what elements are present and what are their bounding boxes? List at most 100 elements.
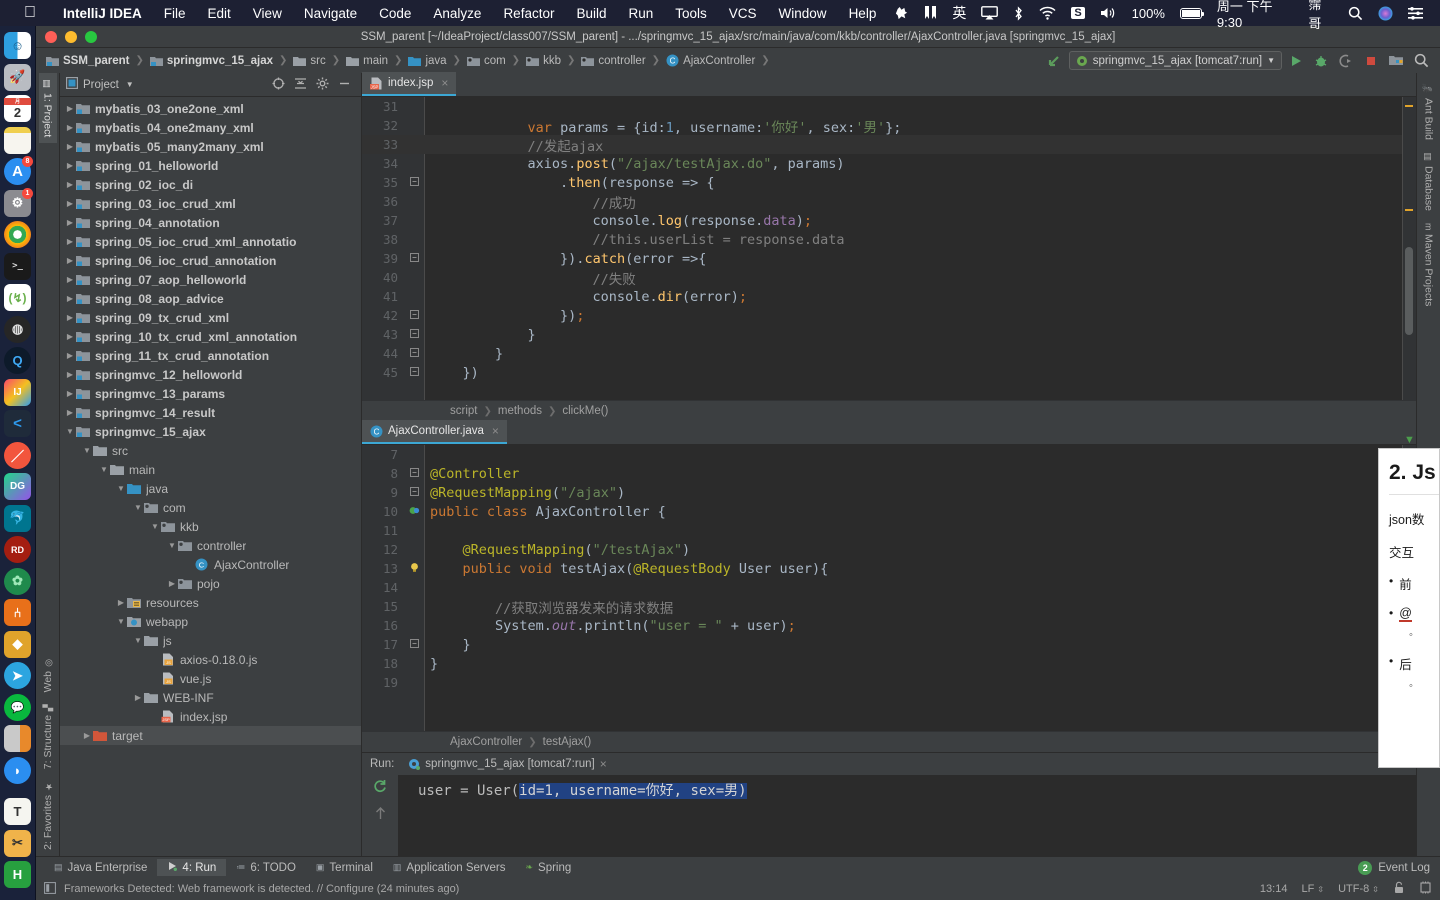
bookmark-icon[interactable] [917,6,944,20]
up-arrow-icon[interactable] [374,806,387,826]
tab-ajax-controller-java[interactable]: C AjaxController.java × [362,420,507,444]
chevron-right-icon[interactable]: ▶ [81,731,93,740]
fold-marker-icon[interactable] [404,309,424,322]
chevron-right-icon[interactable]: ▶ [132,693,144,702]
run-panel-tab[interactable]: springmvc_15_ajax [tomcat7:run] × [408,757,607,771]
chevron-right-icon[interactable]: ▶ [64,370,76,379]
code-line[interactable]: 18} [362,654,1416,673]
event-log-button[interactable]: 2 Event Log [1358,860,1440,875]
tree-node[interactable]: ▼ controller [60,536,361,555]
tool-button-todo[interactable]: ≔ 6: TODO [226,860,306,876]
tree-node[interactable]: ▶ spring_02_ioc_di [60,175,361,194]
tree-node[interactable]: ▶ spring_04_annotation [60,213,361,232]
code-line[interactable]: 43 } [362,325,1416,344]
breadcrumb-clickme[interactable]: clickMe() [562,405,608,417]
tool-button-java-enterprise[interactable]: ▤ Java Enterprise [44,860,157,876]
sidebar-item-maven-projects[interactable]: m Maven Projects [1420,217,1438,313]
close-tab-icon[interactable]: × [492,424,499,438]
tree-node[interactable]: ▼ java [60,479,361,498]
control-center-icon[interactable] [1401,6,1430,20]
fold-marker-icon[interactable] [404,252,424,265]
chevron-right-icon[interactable]: ▶ [64,218,76,227]
code-line[interactable]: 15 //获取浏览器发来的请求数据 [362,597,1416,617]
hide-panel-icon[interactable] [338,77,351,93]
run-with-coverage-icon[interactable] [1335,51,1357,71]
dock-typora-icon[interactable]: T [4,798,31,825]
code-line[interactable]: 7 [362,445,1416,464]
code-line[interactable]: 37 console.log(response.data); [362,211,1416,230]
dock-calendar-icon[interactable]: 月2 [4,95,31,122]
dock-wechat-icon[interactable]: 💬 [4,693,31,721]
code-line[interactable]: 41 console.dir(error); [362,287,1416,306]
collapse-all-icon[interactable] [294,77,307,93]
tree-node[interactable]: C AjaxController [60,555,361,574]
code-line[interactable]: 36 //成功 [362,192,1416,212]
collapse-chevron-icon[interactable]: ▼ [1404,434,1415,446]
fold-marker-icon[interactable] [404,347,424,360]
tool-button-spring[interactable]: ❧ Spring [515,860,581,876]
dock-webstorm-icon[interactable]: ／ [4,441,31,469]
close-run-tab-icon[interactable]: × [600,757,607,771]
code-line[interactable]: 11 [362,521,1416,540]
chevron-right-icon[interactable]: ▶ [64,199,76,208]
dock-intellij-idea-icon[interactable]: IJ [4,378,31,406]
menu-code[interactable]: Code [368,6,422,21]
chevron-right-icon[interactable]: ▶ [64,256,76,265]
tree-node[interactable]: ▶ resources [60,593,361,612]
search-icon[interactable] [1410,51,1432,71]
status-message[interactable]: Frameworks Detected: Web framework is de… [64,883,459,895]
menu-analyze[interactable]: Analyze [422,6,492,21]
chevron-right-icon[interactable]: ▶ [64,408,76,417]
dock-system-preferences-icon[interactable]: ⚙ 1 [4,187,33,217]
settings-gear-icon[interactable] [316,77,329,93]
breadcrumb-class[interactable]: AjaxController [450,736,522,748]
dock-appstore-icon[interactable]: A8 [4,156,33,185]
menu-view[interactable]: View [242,6,293,21]
tree-node[interactable]: JSP index.jsp [60,707,361,726]
code-editor-ajax-controller[interactable]: 7 8 @Controller 9 @RequestMapping("/ajax") 10… [362,445,1416,731]
tree-node[interactable]: ▶ springmvc_13_params [60,384,361,403]
code-line[interactable]: 17 } [362,635,1416,654]
tool-button-application-servers[interactable]: ▥ Application Servers [383,860,516,876]
tree-node[interactable]: ▶ spring_10_tx_crud_xml_annotation [60,327,361,346]
chevron-down-icon[interactable]: ▼ [115,617,127,626]
fold-marker-icon[interactable] [404,328,424,341]
line-separator-selector[interactable]: LF ⇳ [1301,883,1324,895]
bluetooth-icon[interactable] [1006,5,1031,21]
run-console-output[interactable]: user = User(id=1, username=你好, sex=男) [398,775,1416,856]
breadcrumb-script[interactable]: script [450,405,477,417]
code-line[interactable]: 10 public class AjaxController { [362,502,1416,521]
tool-button-run[interactable]: 4: Run [157,859,227,876]
chevron-down-icon[interactable]: ▼ [132,636,144,645]
menu-window[interactable]: Window [768,6,838,21]
dock-quicktime-icon[interactable]: Q [4,347,31,374]
fold-marker-icon[interactable] [404,486,424,499]
tree-node[interactable]: ▶ WEB-INF [60,688,361,707]
dock-chrome-icon[interactable] [4,221,31,248]
airplay-icon[interactable] [974,6,1005,20]
code-line[interactable]: 42 }); [362,306,1416,325]
code-line[interactable]: 8 @Controller [362,464,1416,483]
dock-mysql-icon[interactable]: 🐬 [4,504,31,532]
wifi-icon[interactable] [1032,6,1063,20]
stop-icon[interactable] [1360,51,1382,71]
dock-finder-icon[interactable]: ☺ [4,32,31,59]
rerun-icon[interactable] [373,779,388,799]
tree-node[interactable]: JS axios-0.18.0.js [60,650,361,669]
clock-label[interactable]: 周一 下午9:30 [1210,0,1300,30]
warning-marker[interactable] [1405,209,1413,211]
chevron-right-icon[interactable]: ▶ [64,332,76,341]
breadcrumb-src[interactable]: src [291,55,327,67]
chevron-right-icon[interactable]: ▶ [64,104,76,113]
fold-marker-icon[interactable] [404,366,424,379]
chevron-right-icon[interactable]: ▶ [64,237,76,246]
spring-bean-icon[interactable] [404,505,424,519]
tree-node[interactable]: ▼ src [60,441,361,460]
run-configuration-selector[interactable]: springmvc_15_ajax [tomcat7:run] ▼ [1068,51,1282,70]
code-line[interactable]: 31 [362,97,1416,116]
dock-datagrip-icon[interactable]: DG [4,473,31,500]
tree-node[interactable]: ▶ spring_05_ioc_crud_xml_annotatio [60,232,361,251]
chevron-right-icon[interactable]: ▶ [64,275,76,284]
code-line[interactable]: 33 //发起ajax [362,135,1416,155]
tool-button-terminal[interactable]: ▣ Terminal [306,860,383,876]
